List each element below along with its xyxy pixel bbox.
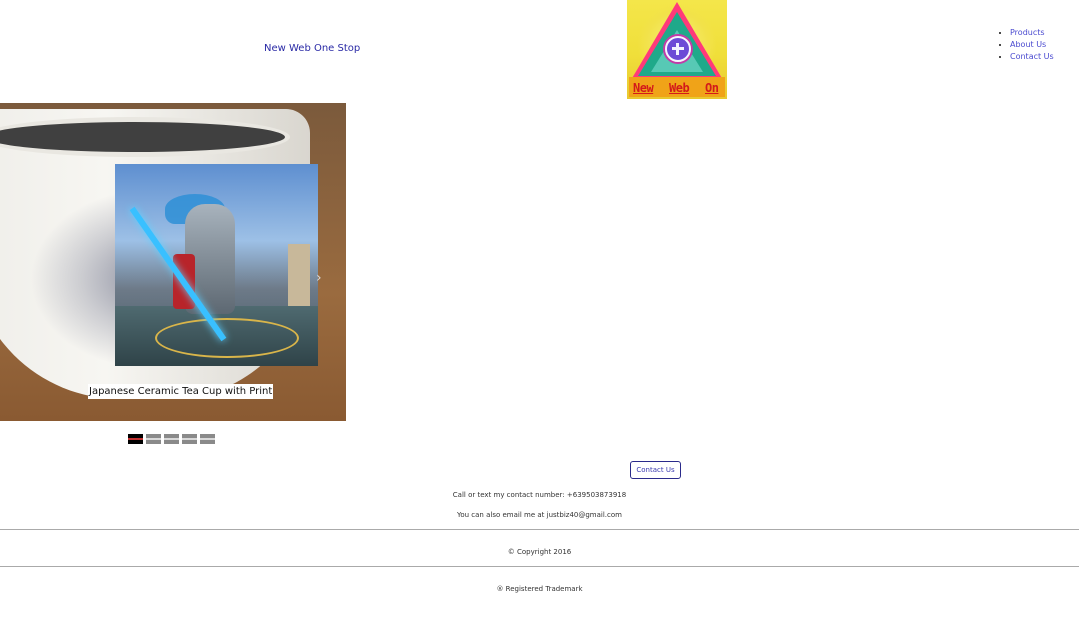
nav-item-about: About Us xyxy=(1010,39,1054,51)
chevron-right-icon[interactable]: › xyxy=(316,270,322,286)
artwork-ring xyxy=(155,318,299,358)
logo-word-2: Web xyxy=(669,81,690,95)
footer-divider-2 xyxy=(0,566,1079,567)
slide-caption: Japanese Ceramic Tea Cup with Print xyxy=(88,384,274,399)
globe-icon xyxy=(665,36,691,62)
nav-link-contact[interactable]: Contact Us xyxy=(1010,52,1054,61)
tea-cup-rim xyxy=(0,117,290,157)
trademark-text: ® Registered Trademark xyxy=(496,585,583,593)
slide-indicator-1[interactable] xyxy=(128,434,143,444)
logo-word-3: On xyxy=(705,81,719,95)
contact-email-text: You can also email me at justbiz40@gmail… xyxy=(457,511,622,519)
site-logo[interactable]: New Web On xyxy=(627,0,727,99)
nav-link-about[interactable]: About Us xyxy=(1010,40,1046,49)
slide-indicator-3[interactable] xyxy=(164,434,179,444)
nav-item-products: Products xyxy=(1010,27,1054,39)
copyright-text: © Copyright 2016 xyxy=(507,548,572,556)
main-nav: Products About Us Contact Us xyxy=(998,27,1054,63)
nav-link-products[interactable]: Products xyxy=(1010,28,1045,37)
slide-indicators xyxy=(128,434,215,444)
printed-artwork-image xyxy=(115,164,318,366)
slide-indicator-5[interactable] xyxy=(200,434,215,444)
contact-phone-text: Call or text my contact number: +6395038… xyxy=(452,491,627,499)
contact-us-button[interactable]: Contact Us xyxy=(630,461,681,479)
product-slide[interactable]: › Japanese Ceramic Tea Cup with Print xyxy=(0,103,346,421)
logo-word-1: New xyxy=(633,81,654,95)
slide-indicator-4[interactable] xyxy=(182,434,197,444)
footer-divider-1 xyxy=(0,529,1079,530)
artwork-tower xyxy=(288,244,310,314)
slide-indicator-2[interactable] xyxy=(146,434,161,444)
nav-item-contact: Contact Us xyxy=(1010,51,1054,63)
brand-link[interactable]: New Web One Stop xyxy=(264,43,360,54)
